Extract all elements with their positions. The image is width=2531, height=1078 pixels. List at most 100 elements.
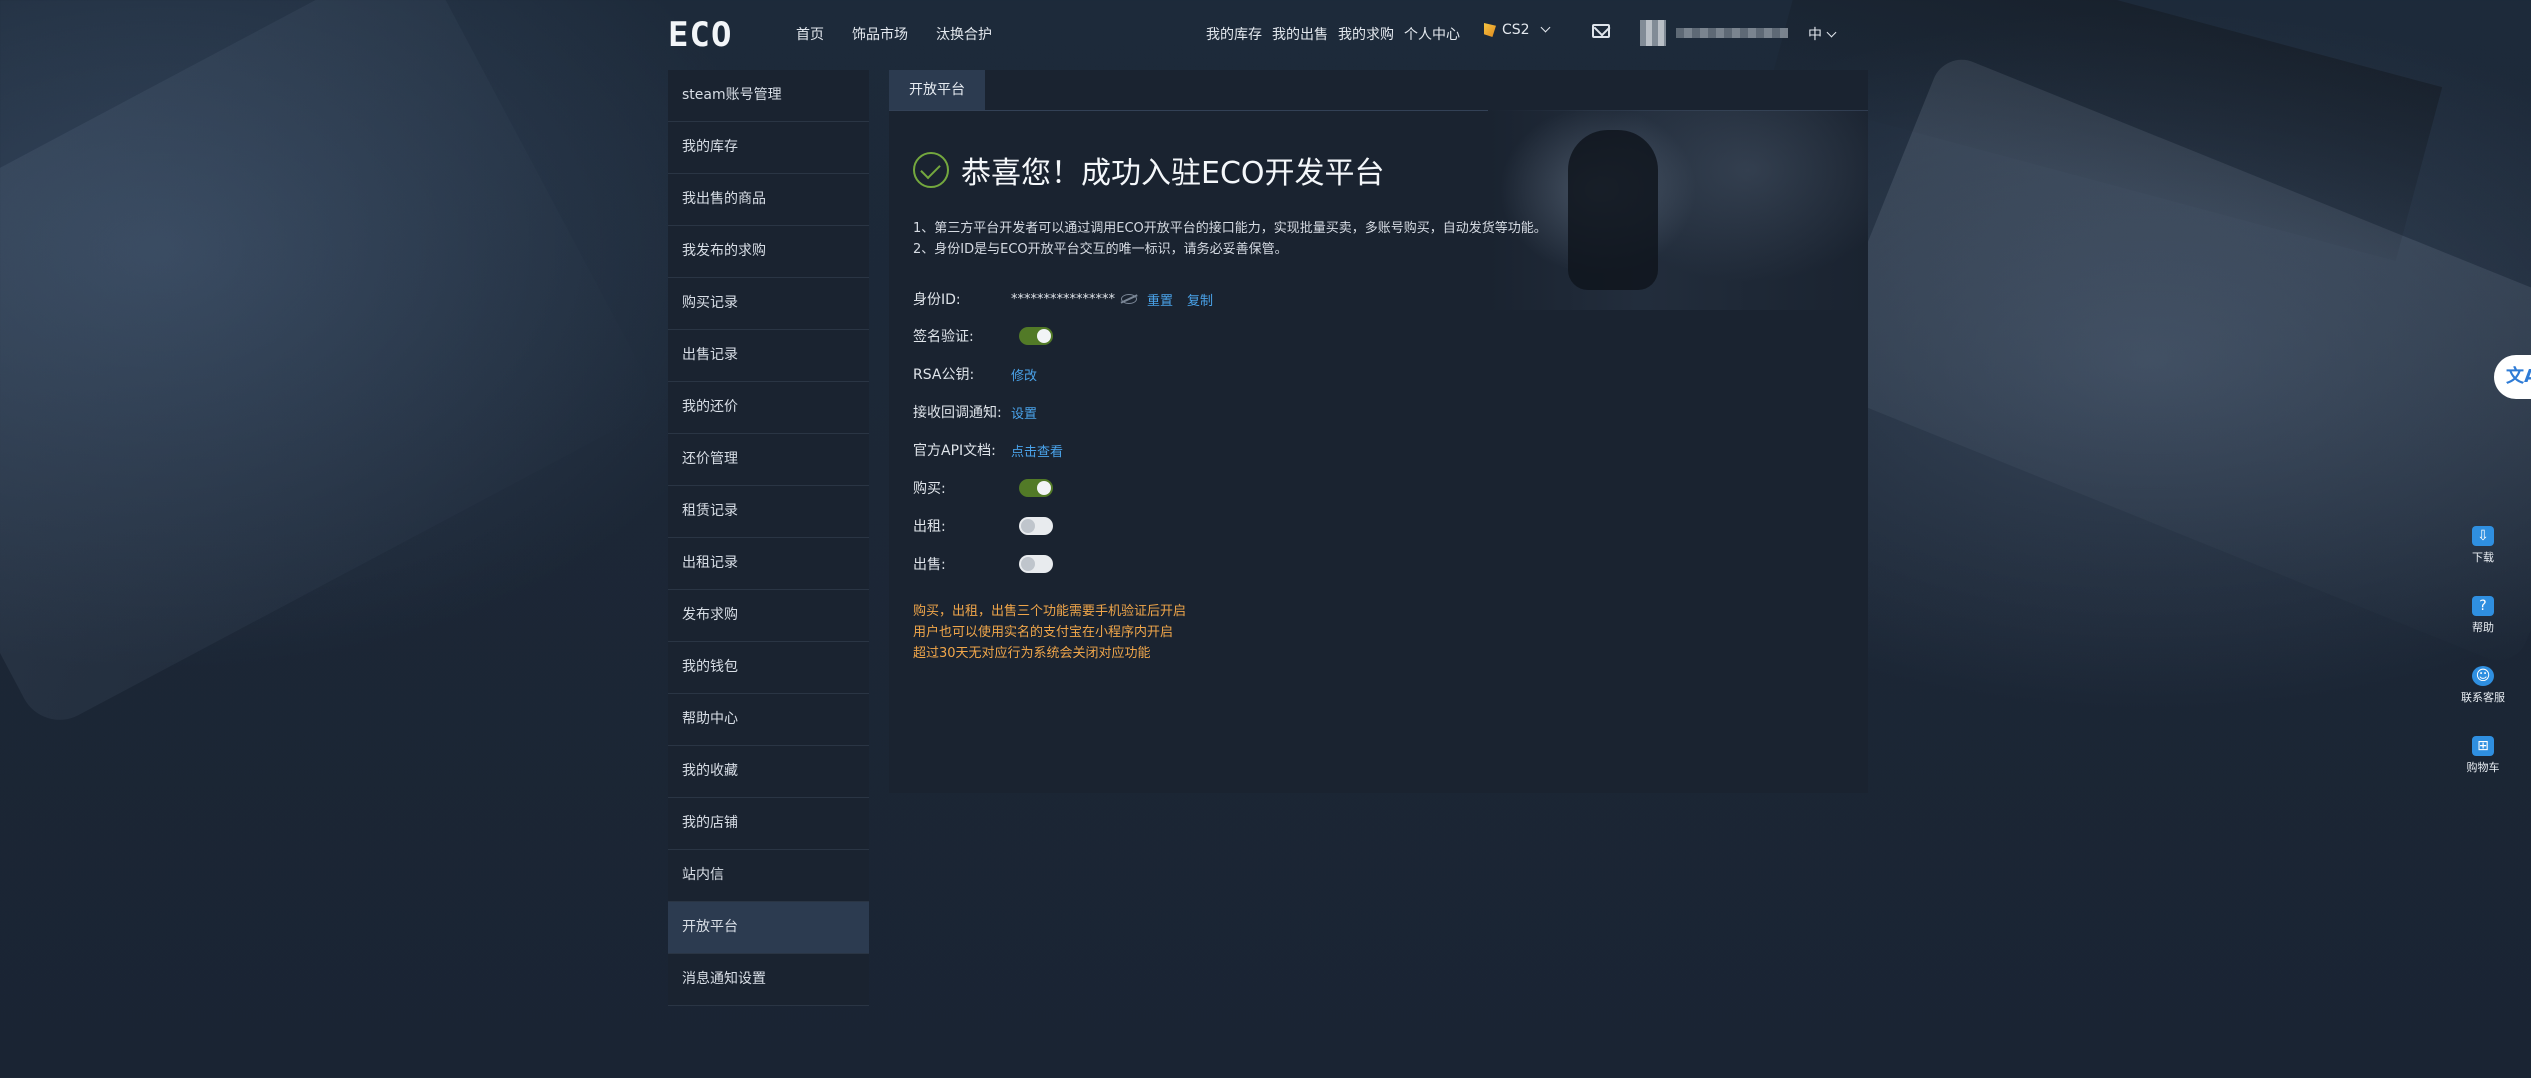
api-docs-row: 官方API文档: 点击查看 xyxy=(913,440,1063,460)
game-selector[interactable]: CS2 xyxy=(1484,22,1551,38)
nav-my-buy-orders[interactable]: 我的求购 xyxy=(1338,24,1394,44)
sidebar-item-help-center[interactable]: 帮助中心 xyxy=(668,694,869,746)
sidebar-item-inventory[interactable]: 我的库存 xyxy=(668,122,869,174)
toggle-knob xyxy=(1037,481,1051,495)
sell-toggle[interactable] xyxy=(1019,555,1053,573)
sidebar-item-messages[interactable]: 站内信 xyxy=(668,850,869,902)
floating-toolbar: ⇩ 下载 ? 帮助 ☺ 联系客服 ⊞ 购物车 xyxy=(2460,518,2506,798)
note-line-3: 超过30天无对应行为系统会关闭对应功能 xyxy=(913,646,1151,661)
background-artwork xyxy=(1810,50,2531,670)
cart-icon: ⊞ xyxy=(2472,736,2494,756)
soldier-image xyxy=(1568,130,1658,290)
cart-button[interactable]: ⊞ 购物车 xyxy=(2460,736,2506,798)
translate-icon[interactable]: 文A xyxy=(2494,355,2531,399)
sidebar-item-lending-history[interactable]: 出租记录 xyxy=(668,538,869,590)
help-button[interactable]: ? 帮助 xyxy=(2460,596,2506,658)
support-button[interactable]: ☺ 联系客服 xyxy=(2460,666,2506,728)
cart-label: 购物车 xyxy=(2466,761,2500,774)
signature-label: 签名验证: xyxy=(913,329,974,345)
nav-my-sales[interactable]: 我的出售 xyxy=(1272,24,1328,44)
intro-text: 1、第三方平台开发者可以通过调用ECO开放平台的接口能力，实现批量买卖，多账号购… xyxy=(913,218,1547,260)
check-circle-icon xyxy=(913,152,949,188)
note-line-1: 购买，出租，出售三个功能需要手机验证后开启 xyxy=(913,604,1187,619)
help-icon: ? xyxy=(2472,596,2494,616)
buy-row: 购买: xyxy=(913,478,1053,498)
account-sidebar: steam账号管理 我的库存 我出售的商品 我发布的求购 购买记录 出售记录 我… xyxy=(668,70,869,1006)
sidebar-item-my-shop[interactable]: 我的店铺 xyxy=(668,798,869,850)
toggle-knob xyxy=(1021,557,1035,571)
edit-rsa-link[interactable]: 修改 xyxy=(1011,365,1037,384)
callback-row: 接收回调通知: 设置 xyxy=(913,402,1037,422)
rent-toggle[interactable] xyxy=(1019,517,1053,535)
help-label: 帮助 xyxy=(2472,621,2494,634)
sidebar-item-steam-accounts[interactable]: steam账号管理 xyxy=(668,70,869,122)
chevron-down-icon xyxy=(1540,22,1551,32)
support-icon: ☺ xyxy=(2472,666,2494,686)
intro-line-1: 1、第三方平台开发者可以通过调用ECO开放平台的接口能力，实现批量买卖，多账号购… xyxy=(913,221,1547,236)
sell-row: 出售: xyxy=(913,554,1053,574)
sidebar-item-offer-management[interactable]: 还价管理 xyxy=(668,434,869,486)
toggle-knob xyxy=(1021,519,1035,533)
sidebar-item-open-platform[interactable]: 开放平台 xyxy=(668,902,869,954)
intro-line-2: 2、身份ID是与ECO开放平台交互的唯一标识，请务必妥善保管。 xyxy=(913,242,1288,257)
signature-toggle[interactable] xyxy=(1019,327,1053,345)
callback-settings-link[interactable]: 设置 xyxy=(1011,403,1037,422)
nav-my-inventory[interactable]: 我的库存 xyxy=(1206,24,1262,44)
sidebar-item-purchase-history[interactable]: 购买记录 xyxy=(668,278,869,330)
sidebar-item-sales-history[interactable]: 出售记录 xyxy=(668,330,869,382)
tab-open-platform[interactable]: 开放平台 xyxy=(889,70,985,110)
sidebar-item-my-listings[interactable]: 我出售的商品 xyxy=(668,174,869,226)
language-selector[interactable]: 中 xyxy=(1808,24,1837,44)
rent-row: 出租: xyxy=(913,516,1053,536)
sidebar-item-my-offers[interactable]: 我的还价 xyxy=(668,382,869,434)
sidebar-item-favorites[interactable]: 我的收藏 xyxy=(668,746,869,798)
open-platform-panel: 开放平台 恭喜您！成功入驻ECO开发平台 1、第三方平台开发者可以通过调用ECO… xyxy=(889,70,1868,793)
success-header: 恭喜您！成功入驻ECO开发平台 xyxy=(913,148,1385,192)
support-label: 联系客服 xyxy=(2461,691,2505,704)
toggle-knob xyxy=(1037,329,1051,343)
game-label: CS2 xyxy=(1502,22,1530,38)
nav-profile[interactable]: 个人中心 xyxy=(1404,24,1460,44)
warning-notes: 购买，出租，出售三个功能需要手机验证后开启 用户也可以使用实名的支付宝在小程序内… xyxy=(913,601,1186,664)
user-nav: 我的库存 我的出售 我的求购 个人中心 xyxy=(1206,24,1460,44)
sidebar-item-notification-settings[interactable]: 消息通知设置 xyxy=(668,954,869,1006)
identity-row: 身份ID: **************** 重置 复制 xyxy=(913,289,1213,309)
chevron-down-icon xyxy=(1826,27,1837,38)
cs2-icon xyxy=(1484,23,1496,37)
eye-hidden-icon[interactable] xyxy=(1121,294,1137,304)
buy-label: 购买: xyxy=(913,481,946,497)
copy-id-link[interactable]: 复制 xyxy=(1187,290,1213,309)
eco-logo[interactable]: ECO xyxy=(668,18,732,52)
download-button[interactable]: ⇩ 下载 xyxy=(2460,526,2506,588)
avatar[interactable] xyxy=(1640,20,1666,46)
view-api-docs-link[interactable]: 点击查看 xyxy=(1011,441,1063,460)
sidebar-item-wallet[interactable]: 我的钱包 xyxy=(668,642,869,694)
api-docs-label: 官方API文档: xyxy=(913,443,996,459)
nav-market[interactable]: 饰品市场 xyxy=(852,24,908,44)
rsa-row: RSA公钥: 修改 xyxy=(913,364,1037,384)
sidebar-item-my-buy-orders[interactable]: 我发布的求购 xyxy=(668,226,869,278)
top-navbar: ECO 首页 饰品市场 汰换合护 我的库存 我的出售 我的求购 个人中心 CS2… xyxy=(0,0,2531,70)
buy-toggle[interactable] xyxy=(1019,479,1053,497)
download-label: 下载 xyxy=(2472,551,2494,564)
sidebar-item-rental-history[interactable]: 租赁记录 xyxy=(668,486,869,538)
rsa-label: RSA公钥: xyxy=(913,367,975,383)
mail-icon[interactable] xyxy=(1592,24,1610,38)
page-title: 恭喜您！成功入驻ECO开发平台 xyxy=(961,156,1385,191)
nav-trade-up[interactable]: 汰换合护 xyxy=(936,24,992,44)
download-icon: ⇩ xyxy=(2472,526,2494,546)
identity-value: **************** xyxy=(1011,291,1115,307)
background-artwork xyxy=(0,0,662,734)
note-line-2: 用户也可以使用实名的支付宝在小程序内开启 xyxy=(913,625,1174,640)
main-nav: 首页 饰品市场 汰换合护 xyxy=(796,24,992,44)
panel-tabs: 开放平台 xyxy=(889,70,1868,111)
nav-home[interactable]: 首页 xyxy=(796,24,824,44)
identity-label: 身份ID: xyxy=(913,292,961,308)
sidebar-item-post-buy-order[interactable]: 发布求购 xyxy=(668,590,869,642)
signature-row: 签名验证: xyxy=(913,326,1053,346)
callback-label: 接收回调通知: xyxy=(913,405,1002,421)
hero-artwork xyxy=(1488,110,1868,310)
reset-id-link[interactable]: 重置 xyxy=(1147,290,1173,309)
username-blurred[interactable] xyxy=(1676,28,1788,38)
sell-label: 出售: xyxy=(913,557,946,573)
